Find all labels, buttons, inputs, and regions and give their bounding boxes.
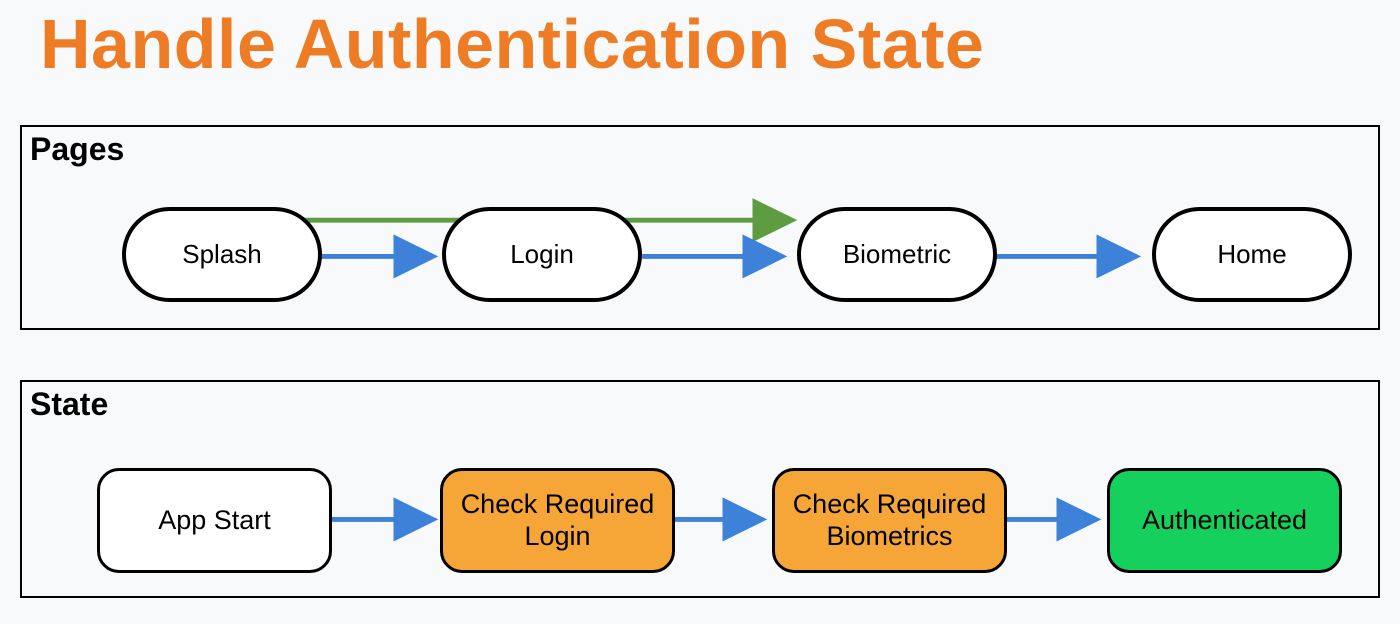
node-biometric-label: Biometric: [843, 240, 951, 270]
panel-pages: Pages Splash Login: [20, 125, 1380, 330]
node-authenticated-label: Authenticated: [1142, 505, 1307, 536]
node-home: Home: [1152, 207, 1352, 302]
diagram-stage: Handle Authentication State Pages Spla: [0, 0, 1400, 624]
node-splash: Splash: [122, 207, 322, 302]
node-check-bio: Check Required Biometrics: [772, 468, 1007, 573]
node-login-label: Login: [510, 240, 574, 270]
node-check-login-label: Check Required Login: [443, 489, 672, 551]
node-home-label: Home: [1217, 240, 1286, 270]
node-app-start-label: App Start: [158, 505, 271, 536]
panel-pages-label: Pages: [30, 131, 124, 168]
node-app-start: App Start: [97, 468, 332, 573]
node-login: Login: [442, 207, 642, 302]
panel-state: State App Start Check Required Login Che…: [20, 380, 1380, 598]
panel-state-label: State: [30, 386, 108, 423]
node-biometric: Biometric: [797, 207, 997, 302]
diagram-title: Handle Authentication State: [40, 4, 984, 84]
node-splash-label: Splash: [182, 240, 262, 270]
node-check-bio-label: Check Required Biometrics: [775, 489, 1004, 551]
node-authenticated: Authenticated: [1107, 468, 1342, 573]
node-check-login: Check Required Login: [440, 468, 675, 573]
